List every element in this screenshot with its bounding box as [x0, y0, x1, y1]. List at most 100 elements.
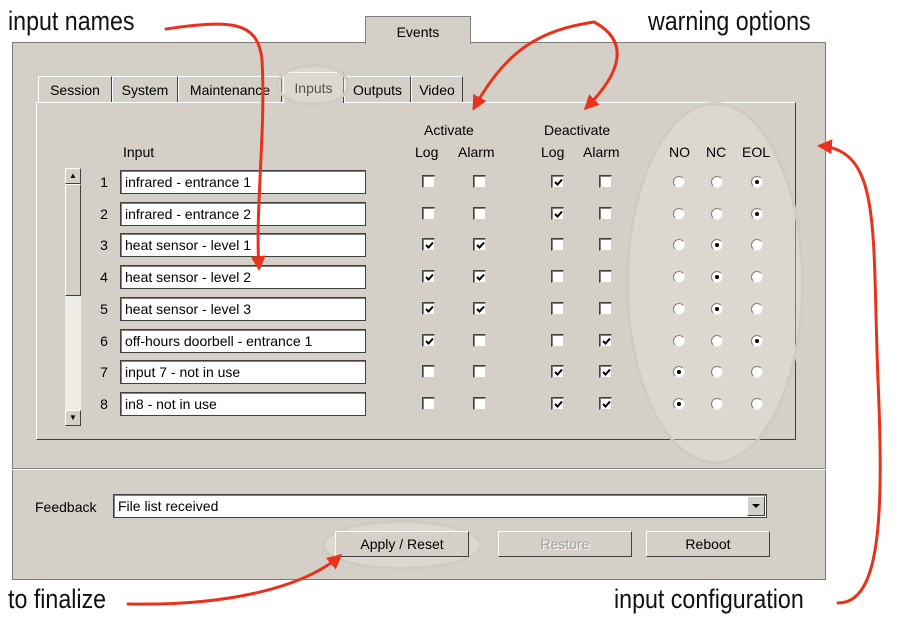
header-activate-alarm: Alarm	[458, 144, 495, 160]
mode-eol-radio[interactable]	[751, 335, 763, 347]
mode-no-radio[interactable]	[673, 271, 685, 283]
divider	[12, 468, 826, 470]
header-eol: EOL	[742, 144, 771, 160]
scroll-thumb[interactable]	[65, 184, 81, 296]
input-name-field[interactable]: infrared - entrance 1	[120, 170, 366, 194]
activate-log-checkbox[interactable]	[422, 207, 435, 220]
callout-to-finalize: to finalize	[8, 584, 107, 614]
mode-nc-radio[interactable]	[711, 176, 723, 188]
apply-reset-button[interactable]: Apply / Reset	[335, 531, 469, 557]
reboot-button[interactable]: Reboot	[646, 531, 770, 557]
mode-nc-radio[interactable]	[711, 335, 723, 347]
deactivate-log-checkbox[interactable]	[551, 334, 564, 347]
mode-eol-radio[interactable]	[751, 303, 763, 315]
input-name-field[interactable]: infrared - entrance 2	[120, 202, 366, 226]
input-name-field[interactable]: off-hours doorbell - entrance 1	[120, 329, 366, 353]
deactivate-alarm-checkbox[interactable]	[599, 302, 612, 315]
scroll-up-icon[interactable]: ▲	[65, 168, 81, 184]
activate-alarm-checkbox[interactable]	[473, 207, 486, 220]
tab-video[interactable]: Video	[411, 76, 463, 102]
mode-eol-radio[interactable]	[751, 271, 763, 283]
activate-log-checkbox[interactable]	[422, 397, 435, 410]
tab-inputs[interactable]: Inputs	[283, 72, 344, 103]
tab-events[interactable]: Events	[365, 16, 471, 44]
mode-nc-radio[interactable]	[711, 208, 723, 220]
deactivate-log-checkbox[interactable]	[551, 365, 564, 378]
activate-alarm-checkbox[interactable]	[473, 270, 486, 283]
header-deactivate: Deactivate	[544, 122, 611, 138]
mode-eol-radio[interactable]	[751, 398, 763, 410]
activate-log-checkbox[interactable]	[422, 238, 435, 251]
mode-no-radio[interactable]	[673, 366, 685, 378]
input-name-field[interactable]: heat sensor - level 3	[120, 297, 366, 321]
header-activate: Activate	[424, 122, 474, 138]
tab-system[interactable]: System	[112, 76, 178, 102]
tab-outputs[interactable]: Outputs	[344, 76, 411, 102]
mode-eol-radio[interactable]	[751, 208, 763, 220]
tab-maintenance[interactable]: Maintenance	[178, 76, 282, 102]
row-number: 2	[100, 206, 108, 222]
deactivate-log-checkbox[interactable]	[551, 238, 564, 251]
deactivate-alarm-checkbox[interactable]	[599, 270, 612, 283]
mode-nc-radio[interactable]	[711, 271, 723, 283]
activate-alarm-checkbox[interactable]	[473, 365, 486, 378]
feedback-select[interactable]: File list received	[113, 494, 767, 518]
mode-eol-radio[interactable]	[751, 239, 763, 251]
mode-eol-radio[interactable]	[751, 366, 763, 378]
callout-input-configuration: input configuration	[614, 584, 804, 614]
activate-alarm-checkbox[interactable]	[473, 334, 486, 347]
activate-log-checkbox[interactable]	[422, 270, 435, 283]
input-name-field[interactable]: input 7 - not in use	[120, 360, 366, 384]
deactivate-log-checkbox[interactable]	[551, 397, 564, 410]
deactivate-log-checkbox[interactable]	[551, 207, 564, 220]
input-list-scrollbar[interactable]: ▲ ▼	[65, 168, 81, 426]
row-number: 8	[100, 396, 108, 412]
callout-input-names: input names	[8, 6, 135, 36]
header-input: Input	[123, 144, 155, 160]
header-no: NO	[669, 144, 690, 160]
deactivate-alarm-checkbox[interactable]	[599, 238, 612, 251]
activate-log-checkbox[interactable]	[422, 302, 435, 315]
mode-no-radio[interactable]	[673, 303, 685, 315]
deactivate-log-checkbox[interactable]	[551, 175, 564, 188]
activate-alarm-checkbox[interactable]	[473, 238, 486, 251]
mode-no-radio[interactable]	[673, 239, 685, 251]
mode-nc-radio[interactable]	[711, 239, 723, 251]
tab-session[interactable]: Session	[38, 76, 112, 102]
mode-no-radio[interactable]	[673, 176, 685, 188]
deactivate-alarm-checkbox[interactable]	[599, 334, 612, 347]
deactivate-log-checkbox[interactable]	[551, 270, 564, 283]
feedback-label: Feedback	[35, 499, 97, 515]
restore-button[interactable]: Restore	[498, 531, 632, 557]
activate-log-checkbox[interactable]	[422, 334, 435, 347]
activate-alarm-checkbox[interactable]	[473, 397, 486, 410]
mode-eol-radio[interactable]	[751, 176, 763, 188]
feedback-value: File list received	[118, 498, 219, 514]
deactivate-log-checkbox[interactable]	[551, 302, 564, 315]
mode-nc-radio[interactable]	[711, 303, 723, 315]
activate-log-checkbox[interactable]	[422, 365, 435, 378]
arrow-input-configuration	[817, 139, 882, 605]
mode-no-radio[interactable]	[673, 208, 685, 220]
activate-log-checkbox[interactable]	[422, 175, 435, 188]
mode-no-radio[interactable]	[673, 335, 685, 347]
deactivate-alarm-checkbox[interactable]	[599, 397, 612, 410]
row-number: 3	[100, 237, 108, 253]
deactivate-alarm-checkbox[interactable]	[599, 175, 612, 188]
deactivate-alarm-checkbox[interactable]	[599, 365, 612, 378]
scroll-down-icon[interactable]: ▼	[65, 410, 81, 426]
mode-nc-radio[interactable]	[711, 366, 723, 378]
mode-no-radio[interactable]	[673, 398, 685, 410]
input-name-field[interactable]: in8 - not in use	[120, 392, 366, 416]
callout-warning-options: warning options	[648, 6, 811, 36]
input-name-field[interactable]: heat sensor - level 1	[120, 233, 366, 257]
deactivate-alarm-checkbox[interactable]	[599, 207, 612, 220]
mode-nc-radio[interactable]	[711, 398, 723, 410]
row-number: 6	[100, 333, 108, 349]
chevron-down-icon[interactable]	[747, 496, 765, 516]
header-deactivate-alarm: Alarm	[583, 144, 620, 160]
input-name-field[interactable]: heat sensor - level 2	[120, 265, 366, 289]
header-activate-log: Log	[415, 144, 439, 160]
activate-alarm-checkbox[interactable]	[473, 302, 486, 315]
activate-alarm-checkbox[interactable]	[473, 175, 486, 188]
